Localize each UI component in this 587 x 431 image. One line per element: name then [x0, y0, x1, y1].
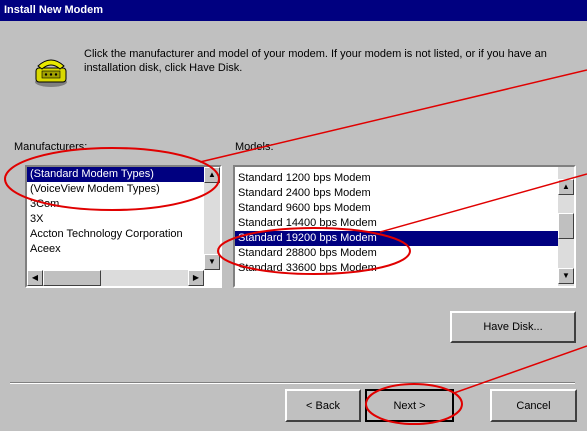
horizontal-scroll-thumb[interactable]: [43, 270, 101, 286]
next-button[interactable]: Next >: [365, 389, 454, 422]
back-button[interactable]: < Back: [285, 389, 361, 422]
scroll-right-arrow-icon[interactable]: ▶: [188, 270, 204, 286]
have-disk-button[interactable]: Have Disk...: [450, 311, 576, 343]
scroll-down-arrow-icon[interactable]: ▼: [558, 268, 574, 284]
manufacturers-label: Manufacturers:: [14, 141, 88, 153]
list-item[interactable]: Standard 19200 bps Modem: [235, 231, 558, 246]
list-item[interactable]: Standard 9600 bps Modem: [235, 201, 558, 216]
scroll-up-arrow-icon[interactable]: ▲: [558, 179, 574, 195]
cancel-button[interactable]: Cancel: [490, 389, 577, 422]
list-item[interactable]: Standard 1200 bps Modem: [235, 171, 558, 186]
list-item[interactable]: (VoiceView Modem Types): [27, 182, 204, 197]
list-item[interactable]: 3Com: [27, 197, 204, 212]
list-item[interactable]: (Standard Modem Types): [27, 167, 204, 182]
install-modem-dialog: Install New Modem Click the manufacturer…: [0, 0, 587, 431]
models-label: Models:: [235, 141, 274, 153]
list-item[interactable]: Standard 28800 bps Modem: [235, 246, 558, 261]
modem-phone-icon: [32, 52, 70, 90]
list-item[interactable]: 3X: [27, 212, 204, 227]
list-item[interactable]: Accton Technology Corporation: [27, 227, 204, 242]
scroll-left-arrow-icon[interactable]: ◀: [27, 270, 43, 286]
instructions-text: Click the manufacturer and model of your…: [84, 48, 547, 74]
models-vertical-scrollbar[interactable]: ▲ ▼: [558, 167, 574, 286]
list-item[interactable]: Standard 33600 bps Modem: [235, 261, 558, 276]
models-list[interactable]: Standard 1200 bps Modem Standard 2400 bps…: [233, 165, 576, 288]
dialog-title: Install New Modem: [0, 0, 587, 21]
manufacturers-vertical-scrollbar[interactable]: ▲ ▼: [204, 167, 220, 270]
separator: [10, 382, 575, 384]
manufacturers-horizontal-scrollbar[interactable]: ◀ ▶: [27, 270, 204, 286]
list-item[interactable]: Aceex: [27, 242, 204, 257]
list-item[interactable]: Standard 14400 bps Modem: [235, 216, 558, 231]
scroll-down-arrow-icon[interactable]: ▼: [204, 254, 220, 270]
list-item[interactable]: Standard 2400 bps Modem: [235, 186, 558, 201]
vertical-scroll-thumb[interactable]: [558, 213, 574, 239]
manufacturers-list[interactable]: (Standard Modem Types) (VoiceView Modem T…: [25, 165, 222, 288]
scroll-up-arrow-icon[interactable]: ▲: [204, 167, 220, 183]
